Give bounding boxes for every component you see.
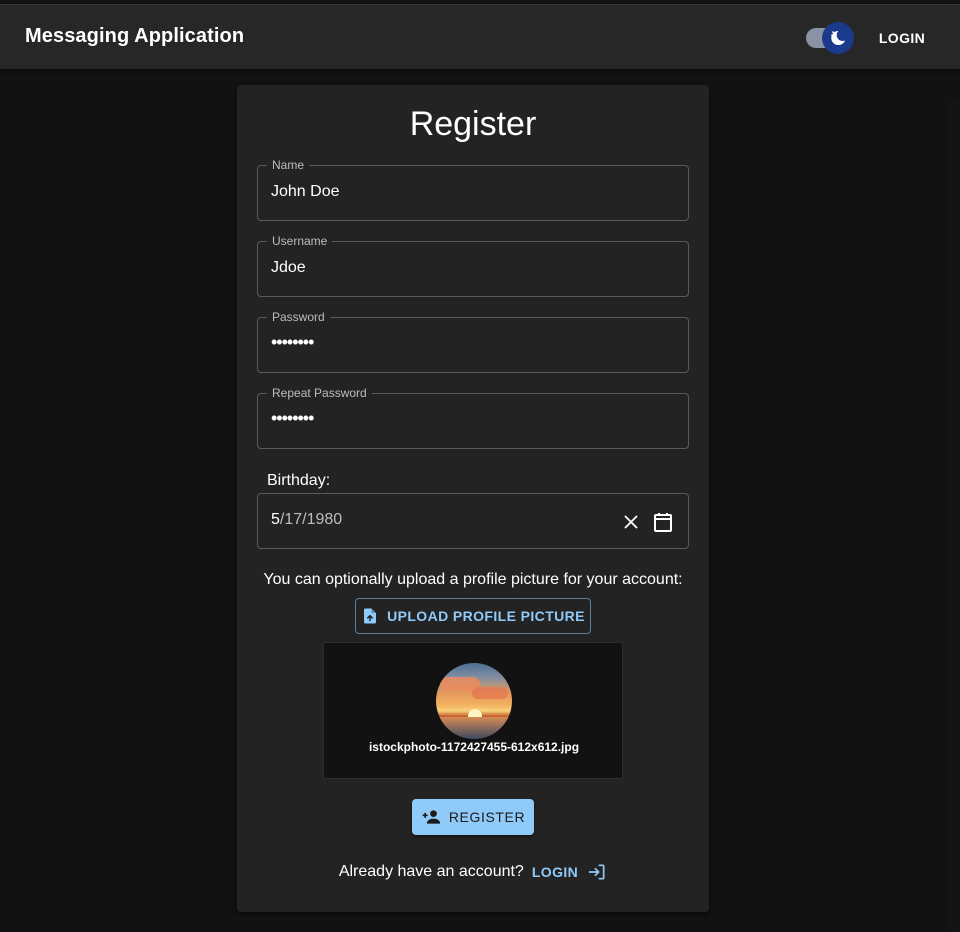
password-field-label: Password bbox=[267, 309, 330, 325]
birthday-date-field[interactable]: 5/17/1980 bbox=[257, 493, 689, 549]
profile-picture-avatar bbox=[436, 663, 512, 739]
username-field-value[interactable]: Jdoe bbox=[271, 259, 306, 277]
upload-prompt: You can optionally upload a profile pict… bbox=[263, 571, 683, 588]
birthday-date-value[interactable]: 5/17/1980 bbox=[271, 511, 342, 529]
uploaded-filename: istockphoto-1172427455-612x612.jpg bbox=[368, 740, 580, 754]
upload-profile-picture-button[interactable]: UPLOAD PROFILE PICTURE bbox=[355, 598, 591, 634]
birthday-year[interactable]: 1980 bbox=[307, 511, 343, 528]
add-person-icon bbox=[422, 810, 440, 824]
footer-login-link[interactable]: LOGIN bbox=[532, 862, 607, 882]
appbar-login-button[interactable]: LOGIN bbox=[870, 25, 934, 51]
profile-picture-preview: istockphoto-1172427455-612x612.jpg bbox=[323, 642, 623, 779]
name-field-value[interactable]: John Doe bbox=[271, 183, 340, 201]
repeat-password-field-label: Repeat Password bbox=[267, 385, 372, 401]
name-field-label: Name bbox=[267, 157, 310, 173]
calendar-icon[interactable] bbox=[651, 510, 675, 534]
sunset-cloud bbox=[472, 687, 508, 699]
sunset-sun bbox=[468, 709, 482, 717]
repeat-password-field[interactable]: Repeat Password •••••••• bbox=[257, 385, 689, 449]
theme-toggle[interactable] bbox=[806, 21, 854, 55]
page-title: Register bbox=[409, 105, 537, 143]
upload-button-label: UPLOAD PROFILE PICTURE bbox=[387, 608, 585, 624]
moon-icon bbox=[830, 30, 846, 46]
app-bar: Messaging Application LOGIN bbox=[0, 5, 960, 69]
login-icon bbox=[588, 864, 605, 880]
file-upload-icon bbox=[364, 608, 377, 624]
register-button[interactable]: REGISTER bbox=[412, 799, 534, 835]
password-field-value[interactable]: •••••••• bbox=[271, 332, 314, 353]
login-prompt: Already have an account? LOGIN bbox=[237, 862, 709, 882]
repeat-password-field-value[interactable]: •••••••• bbox=[271, 408, 314, 429]
theme-toggle-thumb[interactable] bbox=[822, 22, 854, 54]
password-field[interactable]: Password •••••••• bbox=[257, 309, 689, 373]
name-field[interactable]: Name John Doe bbox=[257, 157, 689, 221]
username-field-label: Username bbox=[267, 233, 333, 249]
username-field[interactable]: Username Jdoe bbox=[257, 233, 689, 297]
footer-login-label[interactable]: LOGIN bbox=[532, 864, 578, 880]
sunset-sea bbox=[436, 717, 512, 739]
already-have-account-text: Already have an account? bbox=[338, 863, 524, 880]
birthday-month[interactable]: 5 bbox=[271, 511, 280, 528]
clear-icon[interactable] bbox=[620, 511, 642, 533]
app-title: Messaging Application bbox=[25, 25, 245, 47]
scroll-gutter bbox=[948, 100, 960, 932]
register-card: Register Name John Doe Username Jdoe Pas… bbox=[237, 85, 709, 912]
register-button-label: REGISTER bbox=[448, 809, 526, 825]
birthday-label: Birthday: bbox=[267, 472, 331, 489]
birthday-day[interactable]: 17 bbox=[284, 511, 302, 528]
